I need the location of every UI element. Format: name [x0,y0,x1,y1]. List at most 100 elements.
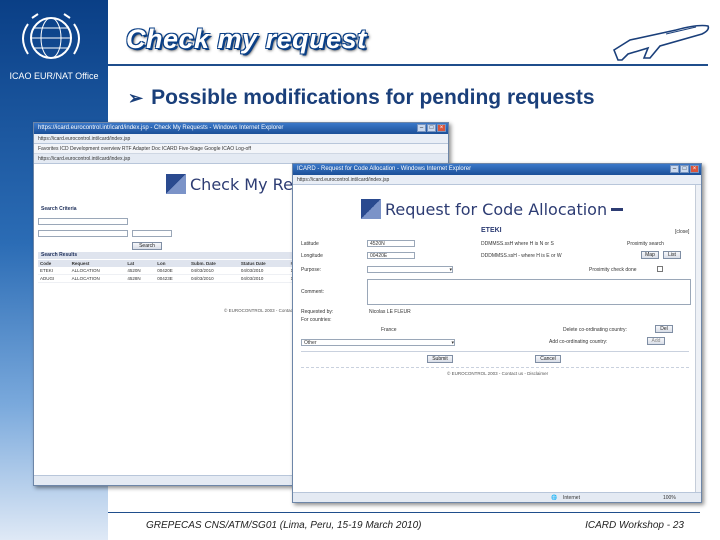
eurocontrol-logo-icon [361,199,381,219]
chevron-down-icon: ▾ [449,267,452,273]
footer-page-number: ICARD Workshop - 23 [585,520,684,531]
table-row[interactable]: ADUGI ALLOCATION 4528N 00423E 04/03/2010… [38,274,300,283]
maximize-icon[interactable]: □ [427,124,436,132]
internet-zone-icon: 🌐 [551,495,558,501]
airplane-icon [613,24,710,61]
map-button[interactable]: Map [641,251,659,259]
column-header: Request [69,260,126,267]
for-countries-label: For countries: [301,317,332,323]
address-bar[interactable]: https://icard.eurocontrol.int/icard/inde… [34,134,448,144]
column-header: Lat [125,260,156,267]
country-item[interactable]: France [381,327,397,333]
window-titlebar[interactable]: ICARD - Request for Code Allocation - Wi… [293,164,701,175]
latitude-input[interactable]: 4520N [367,240,415,247]
longitude-format-hint: DDDMMSS.ssH - where H is E or W [481,253,562,259]
list-button[interactable]: List [663,251,681,259]
table-cell: 4528N [125,274,156,283]
page-content: Request for Code Allocation ETEKI [close… [293,185,701,493]
window-title: https://icard.eurocontrol.int/icard/inde… [38,125,284,131]
submit-button[interactable]: Submit [427,355,453,363]
maximize-icon[interactable]: □ [680,165,689,173]
vertical-scrollbar[interactable] [695,185,701,493]
close-icon[interactable]: × [690,165,699,173]
column-header: Subm. Date [189,260,239,267]
column-header: Status Date [238,260,289,267]
table-cell: 04/03/2010 [238,267,289,275]
address-bar[interactable]: https://icard.eurocontrol.int/icard/inde… [293,175,701,185]
eurocontrol-logo-icon [166,174,186,194]
select-value: Other [304,340,317,346]
bullet-text: Possible modifications for pending reque… [151,86,595,109]
page-footer: © EUROCONTROL 2003 - Contact us - Discla… [447,371,549,376]
add-country-label: Add co-ordinating country: [549,339,608,345]
window-controls: – □ × [417,124,446,132]
search-button[interactable]: Search [132,242,162,250]
slide-title: Check my request [126,24,367,54]
table-cell[interactable]: ALLOCATION [69,274,126,283]
form-divider-bottom [301,367,689,368]
table-cell: 04/03/2010 [189,274,239,283]
column-header: Code [38,260,70,267]
table-row[interactable]: ETEKI ALLOCATION 4520N 00420E 04/03/2010… [38,267,300,275]
cancel-button[interactable]: Cancel [535,355,561,363]
close-link[interactable]: [close] [675,229,689,235]
table-cell: 4520N [125,267,156,275]
title-divider [108,64,708,66]
search-criteria-section: Search Criteria [41,206,77,212]
icao-logo-icon [22,13,80,59]
bullet-point: ➢ Possible modifications for pending requ… [128,86,595,110]
proximity-search-label: Proximity search [627,241,664,247]
table-cell[interactable]: ALLOCATION [69,267,126,275]
latitude-format-hint: DDMMSS.ssH where H is N or S [481,241,554,247]
form-divider [301,351,689,352]
results-table: Code Request Lat Lon Subm. Date Status D… [38,260,300,283]
heading-text: Request for Code Allocation [385,199,608,219]
requested-by-label: Requested by: [301,309,334,315]
longitude-label: Longitude [301,253,323,259]
minimize-icon[interactable]: – [670,165,679,173]
proximity-check-checkbox[interactable] [657,266,663,272]
status-bar: 🌐 Internet 100% [293,492,701,502]
favorites-bar[interactable]: Favorites ICD Development overview RTF A… [34,144,448,154]
comment-label: Comment: [301,289,325,295]
requested-by-value: Nicolas LE FLEUR [369,309,411,315]
status-zone: Internet [563,495,580,501]
table-cell: 04/03/2010 [238,274,289,283]
table-header-row: Code Request Lat Lon Subm. Date Status D… [38,260,300,267]
table-cell: ETEKI [38,267,70,275]
zoom-level[interactable]: 100% [663,493,676,502]
other-country-select[interactable]: Other ▾ [301,339,455,346]
footer-divider [108,512,700,513]
window-titlebar[interactable]: https://icard.eurocontrol.int/icard/inde… [34,123,448,134]
purpose-select[interactable]: ▾ [367,266,453,273]
column-header: Lon [155,260,190,267]
arrow-bullet-icon: ➢ [128,88,144,108]
latitude-label: Latitude [301,241,319,247]
close-icon[interactable]: × [437,124,446,132]
chevron-down-icon: ▾ [451,340,454,346]
add-button[interactable]: Add [647,337,665,345]
longitude-input[interactable]: 00420E [367,252,415,259]
footer-meeting: GREPECAS CNS/ATM/SG01 (Lima, Peru, 15-19… [146,520,422,531]
table-cell: 04/03/2010 [189,267,239,275]
date-from-input[interactable] [38,230,128,237]
browser-window-code-allocation[interactable]: ICARD - Request for Code Allocation - Wi… [292,163,702,503]
code-label: ETEKI [481,227,502,234]
table-cell: 00423E [155,274,190,283]
page-heading: Request for Code Allocation [361,199,624,219]
delete-country-label: Delete co-ordinating country: [563,327,627,333]
delete-button[interactable]: Del [655,325,673,333]
date-to-input[interactable] [132,230,172,237]
purpose-label: Purpose: [301,267,322,273]
search-results-section: Search Results [38,252,300,259]
heading-dash [611,207,624,211]
code-input[interactable] [38,218,128,225]
minimize-icon[interactable]: – [417,124,426,132]
proximity-check-label: Proximity check done [589,267,637,273]
comment-textarea[interactable] [367,279,691,305]
window-controls: – □ × [670,165,699,173]
table-cell: ADUGI [38,274,70,283]
window-title: ICARD - Request for Code Allocation - Wi… [297,166,472,172]
office-label: ICAO EUR/NAT Office [9,71,99,81]
table-cell: 00420E [155,267,190,275]
